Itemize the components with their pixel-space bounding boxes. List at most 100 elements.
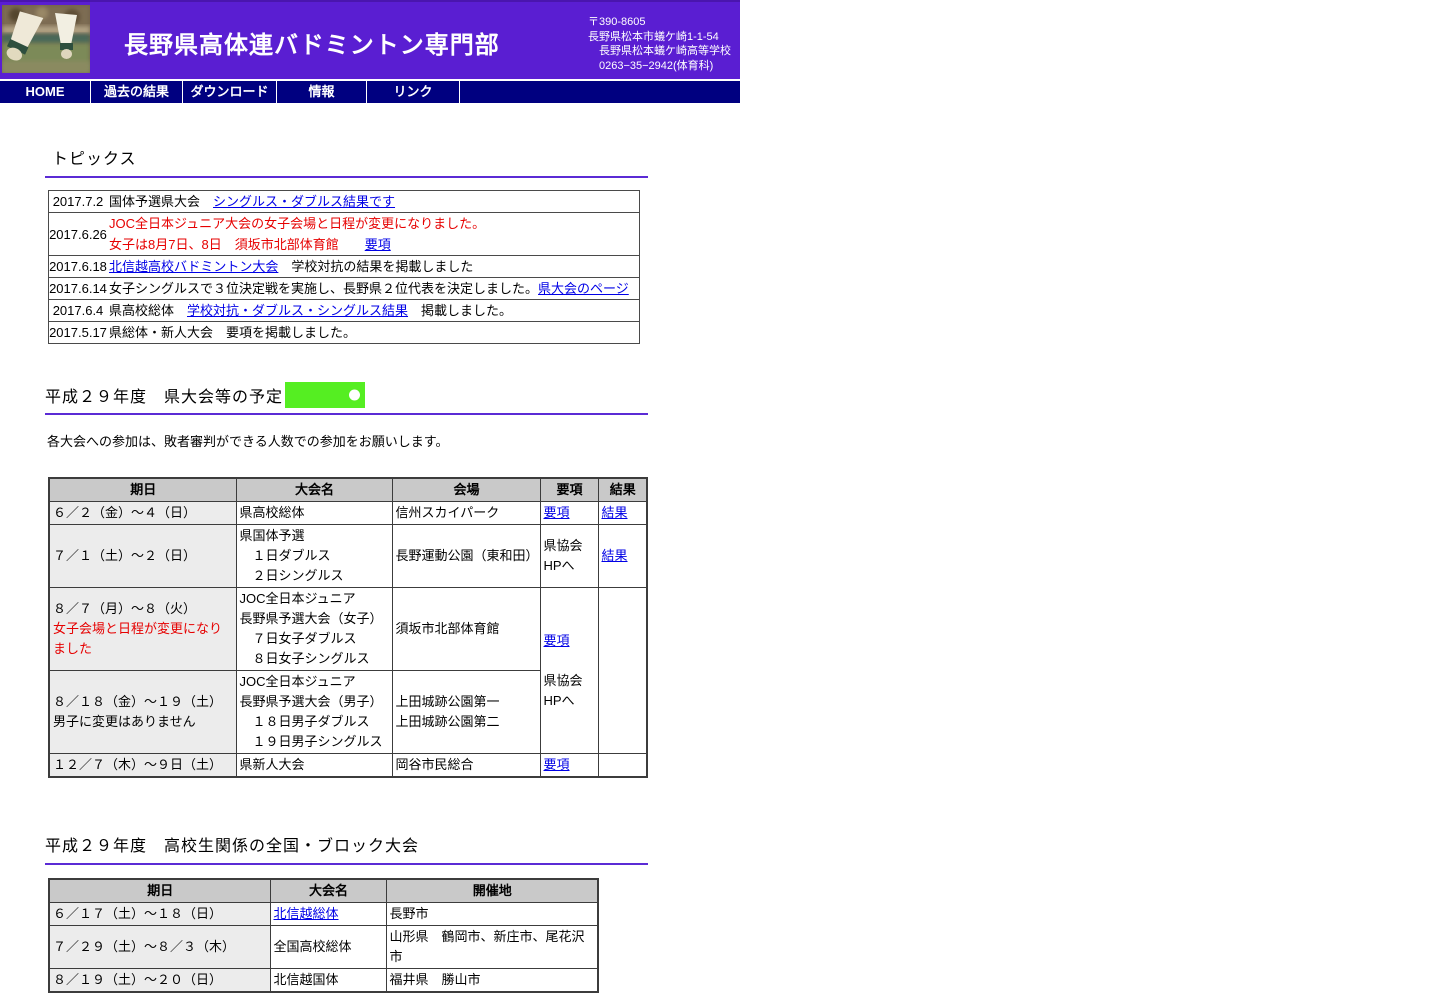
header-row: 期日 大会名 会場 要項 結果 bbox=[48, 477, 648, 502]
text-line: ６／１７（土）～１８（日） bbox=[53, 904, 268, 924]
link[interactable]: 要項 bbox=[544, 505, 570, 520]
header-row: 期日 大会名 開催地 bbox=[48, 878, 599, 903]
new-badge-icon bbox=[285, 382, 366, 408]
table-cell: 福井県 勝山市 bbox=[385, 968, 599, 993]
text-line bbox=[602, 661, 645, 681]
text-line bbox=[602, 755, 645, 775]
text: １２／７（木）～９日（土） bbox=[53, 757, 223, 772]
text: １８日男子ダブルス bbox=[239, 714, 370, 729]
topic-date: 2017.6.26 bbox=[49, 226, 107, 242]
nav-item-download[interactable]: ダウンロード bbox=[183, 81, 277, 103]
column-header: 大会名 bbox=[235, 477, 393, 502]
table-cell: 県協会HPへ bbox=[539, 524, 599, 588]
schedule-heading-row: 平成２９年度 県大会等の予定 bbox=[45, 382, 740, 408]
table-row: ６／２（金）～４（日） 県高校総体 信州スカイパーク 要項 結果 bbox=[48, 501, 648, 525]
text: ７日女子ダブルス bbox=[239, 631, 357, 646]
address-line: 0263−35−2942(体育科) bbox=[588, 59, 714, 72]
topic-cell: 2017.6.26 JOC全日本ジュニア大会の女子会場と日程が変更になりました。女… bbox=[48, 212, 640, 256]
topic-date: 2017.7.2 bbox=[52, 194, 104, 209]
text: 女子シングルスで３位決定戦を実施し、長野県２位代表を決定しました。 bbox=[109, 281, 539, 296]
address-line: 長野県松本市蟻ケ崎1-1-54 bbox=[588, 30, 719, 43]
heading-rule bbox=[45, 413, 648, 415]
table-cell: １２／７（木）～９日（土） bbox=[48, 753, 237, 778]
link[interactable]: 要項 bbox=[365, 237, 391, 252]
topic-row: 2017.7.2 国体予選県大会 シングルス・ダブルス結果です bbox=[48, 190, 640, 213]
text: 上田城跡公園第二 bbox=[395, 714, 500, 729]
nav-item-past-results[interactable]: 過去の結果 bbox=[91, 81, 183, 103]
topic-row: 2017.5.17 県総体・新人大会 要項を掲載しました。 bbox=[48, 321, 640, 344]
text-line: １８日男子ダブルス bbox=[240, 712, 390, 732]
text: 掲載しました。 bbox=[408, 303, 513, 318]
link[interactable]: シングルス・ダブルス結果です bbox=[213, 194, 395, 209]
address-line: 〒390-8605 bbox=[588, 16, 646, 28]
text: JOC全日本ジュニア bbox=[239, 591, 356, 606]
text: 長野運動公園（東和田） bbox=[395, 548, 539, 563]
topic-cell: 2017.7.2 国体予選県大会 シングルス・ダブルス結果です bbox=[48, 190, 640, 213]
page: 長野県高体連バドミントン専門部 〒390-8605 長野県松本市蟻ケ崎1-1-54… bbox=[0, 0, 740, 993]
text-line: 全国高校総体 bbox=[274, 937, 384, 957]
text-line: 国体予選県大会 シングルス・ダブルス結果です bbox=[109, 191, 637, 212]
text-line: 県総体・新人大会 要項を掲載しました。 bbox=[109, 322, 637, 343]
text-line: 岡谷市民総合 bbox=[396, 755, 538, 775]
text: ８／１８（金）～１９（土） bbox=[53, 694, 223, 709]
text-line: ７／２９（土）～８／３（木） bbox=[53, 937, 268, 957]
text: 県高校総体 bbox=[109, 303, 188, 318]
table-cell bbox=[597, 753, 648, 778]
topic-date: 2017.6.18 bbox=[49, 259, 107, 274]
topic-text: 県総体・新人大会 要項を掲載しました。 bbox=[107, 322, 639, 343]
text: １９日男子シングルス bbox=[239, 734, 383, 749]
text-line: 要項 bbox=[544, 755, 596, 775]
table-cell: 全国高校総体 bbox=[269, 925, 387, 969]
link[interactable]: 北信越高校バドミントン大会 bbox=[109, 259, 278, 274]
link[interactable]: 要項 bbox=[544, 757, 570, 772]
schedule-table: 期日 大会名 会場 要項 結果 ６／２（金）～４（日） 県高校総体 信州スカイパーク 要項 結果 ７… bbox=[48, 477, 648, 778]
text-line: 北信越総体 bbox=[274, 904, 384, 924]
text: 県協会HPへ bbox=[543, 672, 583, 708]
nav-item-home[interactable]: HOME bbox=[0, 81, 91, 103]
topic-cell: 2017.6.4 県高校総体 学校対抗・ダブルス・シングルス結果 掲載しました。 bbox=[48, 299, 640, 322]
text-line: 女子は8月7日、8日 須坂市北部体育館 要項 bbox=[109, 234, 637, 255]
text-line: １日ダブルス bbox=[240, 546, 390, 566]
link[interactable]: 県大会のページ bbox=[538, 281, 629, 296]
text: 長野県予選大会（男子） bbox=[239, 694, 383, 709]
text: 県協会HPへ bbox=[543, 538, 583, 573]
main-content: トピックス 2017.7.2 国体予選県大会 シングルス・ダブルス結果です 2017… bbox=[0, 145, 740, 993]
column-header: 期日 bbox=[48, 477, 237, 502]
text-line: 長野市 bbox=[390, 904, 596, 924]
link[interactable]: 北信越総体 bbox=[274, 906, 339, 921]
text: 全国高校総体 bbox=[273, 939, 352, 954]
text-line: ２日シングルス bbox=[240, 566, 390, 586]
text-line: 長野県予選大会（男子） bbox=[240, 692, 390, 712]
table-cell: 要項 bbox=[539, 753, 599, 778]
column-header: 大会名 bbox=[269, 878, 387, 903]
table-cell: ８／１８（金）～１９（土） 男子に変更はありません bbox=[48, 670, 237, 754]
link[interactable]: 結果 bbox=[602, 548, 628, 563]
text-line: 福井県 勝山市 bbox=[390, 970, 596, 990]
link[interactable]: 要項 bbox=[544, 633, 570, 648]
link[interactable]: 学校対抗・ダブルス・シングルス結果 bbox=[187, 303, 408, 318]
text: 上田城跡公園第一 bbox=[395, 694, 500, 709]
text-line: ８／１８（金）～１９（土） bbox=[53, 692, 234, 712]
text-line: １２／７（木）～９日（土） bbox=[53, 755, 234, 775]
table-row: ６／１７（土）～１８（日） 北信越総体 長野市 bbox=[48, 902, 599, 926]
topics-heading: トピックス bbox=[52, 151, 137, 168]
link[interactable]: 結果 bbox=[602, 505, 628, 520]
nav-item-info[interactable]: 情報 bbox=[277, 81, 367, 103]
table-row: １２／７（木）～９日（土） 県新人大会 岡谷市民総合 要項 bbox=[48, 753, 648, 778]
table-row: ７／１（土）～２（日） 県国体予選 １日ダブルス ２日シングルス 長野運動公園（東和… bbox=[48, 524, 648, 588]
topic-date: 2017.6.14 bbox=[49, 281, 107, 296]
text-line: 県協会HPへ bbox=[544, 536, 596, 576]
text-line: 県国体予選 bbox=[240, 526, 390, 546]
nav-item-links[interactable]: リンク bbox=[367, 81, 460, 103]
text-line: 県高校総体 学校対抗・ダブルス・シングルス結果 掲載しました。 bbox=[109, 300, 637, 321]
text-line: 須坂市北部体育館 bbox=[396, 619, 538, 639]
text: 男子に変更はありません bbox=[53, 714, 196, 729]
text-line: ８／７（月）～８（火） bbox=[53, 599, 234, 619]
topic-date: 2017.5.17 bbox=[49, 325, 107, 340]
text-line: 女子シングルスで３位決定戦を実施し、長野県２位代表を決定しました。県大会のページ bbox=[109, 278, 637, 299]
text-line: 要項 bbox=[544, 631, 596, 651]
text: 北信越国体 bbox=[273, 972, 339, 987]
table-cell: 要項 bbox=[539, 501, 599, 525]
column-header: 結果 bbox=[597, 477, 648, 502]
text: ６／１７（土）～１８（日） bbox=[53, 906, 223, 921]
